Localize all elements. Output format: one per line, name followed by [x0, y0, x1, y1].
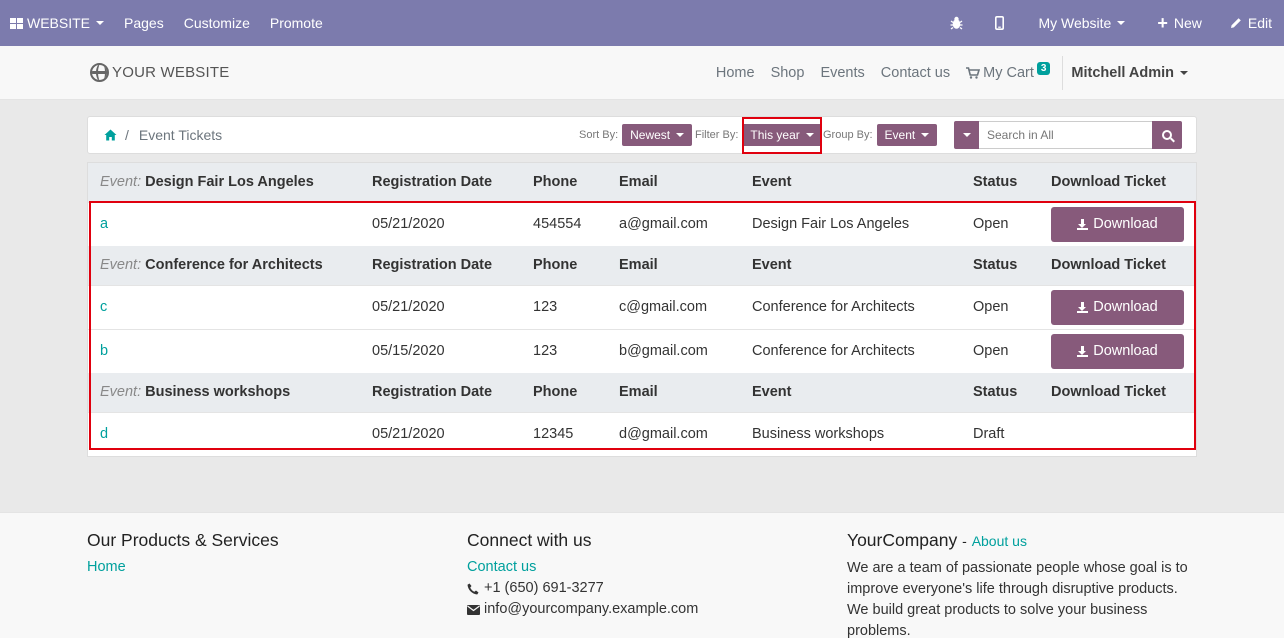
main-nav: Home Shop Events Contact us My Cart 3 Mi…: [708, 46, 1188, 100]
edit-button[interactable]: Edit: [1216, 0, 1284, 46]
bug-icon: [950, 16, 963, 30]
footer-products-title: Our Products & Services: [87, 530, 279, 550]
breadcrumb-current: Event Tickets: [138, 127, 223, 143]
search-button[interactable]: [1152, 121, 1182, 149]
apps-grid-icon: [10, 17, 23, 29]
home-icon[interactable]: [104, 129, 117, 141]
search-input[interactable]: Search in All: [979, 121, 1152, 149]
footer-about-link[interactable]: About us: [972, 533, 1027, 549]
cart-icon: [966, 67, 981, 79]
nav-divider: [1062, 56, 1064, 90]
group-event-cell: Event: Design Fair Los Angeles: [88, 163, 360, 202]
breadcrumb: / Event Tickets: [104, 127, 222, 143]
mobile-preview-button[interactable]: [979, 0, 1020, 46]
sort-label: Sort By:: [579, 129, 619, 141]
promote-menu[interactable]: Promote: [260, 0, 333, 46]
footer-products-column: Our Products & Services Home: [87, 529, 279, 578]
footer-email: info@yourcompany.example.com: [467, 599, 698, 620]
footer-connect-column: Connect with us Contact us +1 (650) 691-…: [467, 529, 698, 620]
column-header: Registration Date: [360, 163, 521, 202]
cart-count-badge: 3: [1036, 61, 1051, 75]
mobile-icon: [995, 16, 1005, 30]
caret-down-icon: [1117, 21, 1126, 25]
group-header-row: Event: Design Fair Los Angeles Registrati…: [88, 163, 1196, 202]
caret-down-icon: [96, 21, 105, 25]
results-highlight-box: [89, 201, 1196, 450]
filter-highlight-box: [742, 117, 822, 154]
user-menu[interactable]: Mitchell Admin: [1071, 65, 1188, 81]
footer-about-column: YourCompany - About us We are a team of …: [847, 529, 1197, 638]
groupby-control: Group By: Event: [823, 124, 938, 146]
footer-contact-link[interactable]: Contact us: [467, 557, 698, 578]
caret-down-icon: [1180, 71, 1188, 75]
website-menu-button[interactable]: WEBSITE: [0, 0, 114, 46]
footer-about-text: We are a team of passionate people whose…: [847, 560, 1188, 638]
search-group: Search in All: [954, 121, 1182, 149]
tickets-table-card: Event: Design Fair Los Angeles Registrati…: [87, 162, 1197, 457]
search-filter-dropdown[interactable]: [954, 121, 979, 149]
admin-bar: WEBSITE Pages Customize Promote My Websi…: [0, 0, 1284, 46]
customize-menu[interactable]: Customize: [174, 0, 260, 46]
column-header: Event: [740, 163, 961, 202]
column-header: Status: [961, 163, 1039, 202]
envelope-icon: [467, 604, 480, 615]
breadcrumb-separator: /: [125, 127, 129, 143]
website-logo[interactable]: YOUR WEBSITE: [90, 63, 229, 82]
footer-phone: +1 (650) 691-3277: [467, 578, 698, 599]
plus-icon: +: [1157, 13, 1168, 33]
caret-down-icon: [676, 133, 685, 137]
footer-home-link[interactable]: Home: [87, 557, 279, 578]
pencil-icon: [1230, 18, 1241, 28]
column-header: Email: [607, 163, 740, 202]
sort-control: Sort By: Newest: [579, 124, 693, 146]
my-website-menu[interactable]: My Website: [1020, 0, 1143, 46]
footer-connect-title: Connect with us: [467, 530, 592, 550]
group-event-name: Design Fair Los Angeles: [145, 174, 314, 191]
phone-icon: [467, 583, 479, 594]
nav-contact-us[interactable]: Contact us: [873, 65, 958, 81]
column-header: Phone: [521, 163, 607, 202]
nav-events[interactable]: Events: [812, 65, 872, 81]
filter-label: Filter By:: [695, 129, 739, 141]
site-header: YOUR WEBSITE Home Shop Events Contact us…: [0, 46, 1284, 100]
new-button[interactable]: + New: [1143, 0, 1216, 46]
site-footer: Our Products & Services Home Connect wit…: [0, 512, 1284, 638]
group-event-prefix: Event:: [100, 174, 142, 191]
nav-my-cart[interactable]: My Cart 3: [958, 61, 1058, 81]
groupby-label: Group By:: [823, 129, 873, 141]
debug-button[interactable]: [934, 0, 979, 46]
caret-down-icon: [962, 133, 971, 137]
nav-home[interactable]: Home: [708, 65, 763, 81]
globe-icon: [90, 63, 109, 82]
column-header: Download Ticket: [1039, 163, 1196, 202]
footer-company-title: YourCompany - About us: [847, 530, 1027, 550]
sort-dropdown[interactable]: Newest: [622, 124, 693, 146]
search-icon: [1162, 130, 1172, 140]
caret-down-icon: [921, 133, 930, 137]
groupby-dropdown[interactable]: Event: [876, 124, 938, 146]
portal-toolbar: / Event Tickets Sort By: Newest Filter B…: [87, 116, 1197, 154]
pages-menu[interactable]: Pages: [114, 0, 174, 46]
nav-shop[interactable]: Shop: [763, 65, 813, 81]
